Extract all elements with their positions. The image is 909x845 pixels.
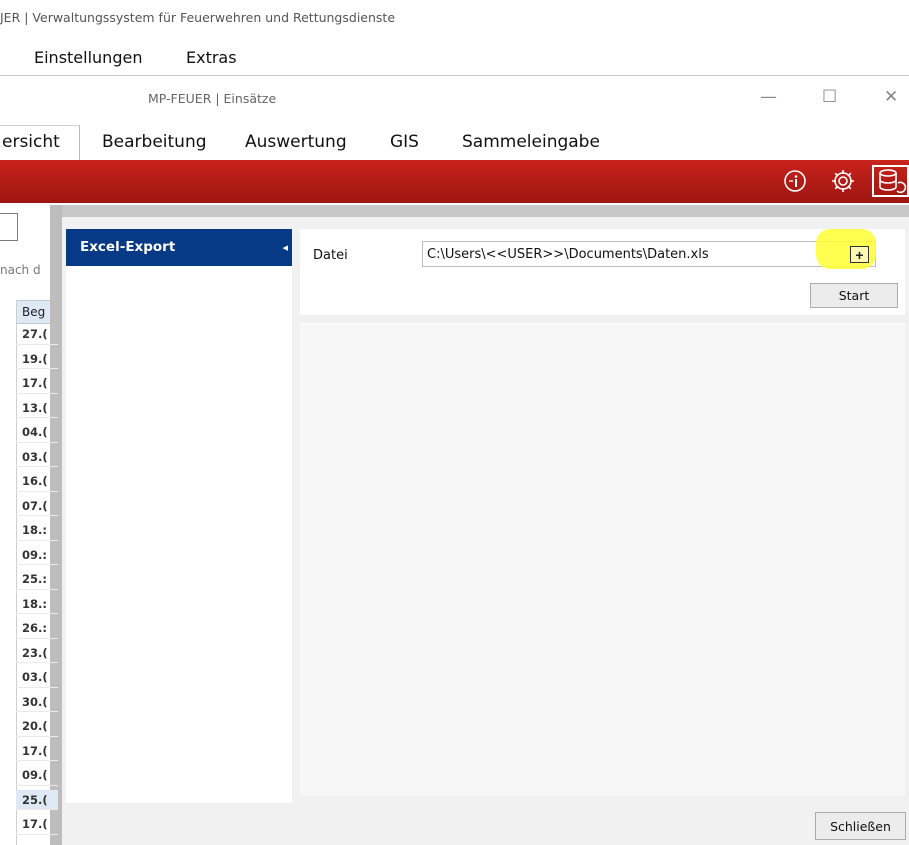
grid-row[interactable]: 09.: [16, 545, 58, 565]
grid-row[interactable]: 18.: [16, 594, 58, 614]
tab-uebersicht[interactable]: ersicht [2, 125, 60, 159]
window-title: MP-FEUER | Einsätze [148, 91, 277, 106]
grid-row[interactable]: 16.( [16, 471, 58, 492]
grid-row[interactable]: 07.( [16, 496, 58, 516]
minimize-icon[interactable]: — [760, 87, 777, 107]
nav-item-excel-export[interactable]: Excel-Export ◂ [66, 229, 292, 266]
menu-extras[interactable]: Extras [186, 48, 237, 67]
settings-gear-icon[interactable] [828, 166, 858, 196]
info-icon[interactable] [780, 166, 810, 196]
grid-row[interactable]: 18.: [16, 520, 58, 541]
collapse-arrow-icon[interactable]: ◂ [282, 229, 288, 266]
tab-auswertung[interactable]: Auswertung [245, 125, 347, 159]
tab-sammeleingabe[interactable]: Sammeleingabe [462, 125, 600, 159]
grid-row[interactable]: 27.( [16, 324, 58, 345]
file-label: Datei [313, 248, 348, 263]
search-input[interactable] [0, 213, 18, 241]
app-title: JER | Verwaltungssystem für Feuerwehren … [0, 10, 396, 25]
grid-row[interactable]: 26.: [16, 618, 58, 639]
database-sync-icon[interactable] [872, 165, 909, 197]
tab-bearbeitung[interactable]: Bearbeitung [102, 125, 207, 159]
search-hint: nach d [0, 263, 41, 277]
maximize-icon[interactable]: ☐ [822, 87, 837, 107]
grid-row[interactable]: 09.( [16, 765, 58, 786]
start-button[interactable]: Start [810, 283, 898, 308]
grid-row[interactable]: 19.( [16, 349, 58, 369]
inner-window-titlebar: MP-FEUER | Einsätze — ☐ ✕ [0, 83, 909, 113]
file-path-input[interactable] [422, 241, 876, 267]
grid-row[interactable]: 13.( [16, 398, 58, 418]
nav-item-label: Excel-Export [80, 239, 176, 255]
ribbon-toolbar [0, 160, 909, 203]
menu-einstellungen[interactable]: Einstellungen [34, 48, 142, 67]
outer-menu-bar: Einstellungen Extras [0, 48, 909, 74]
menu-divider [0, 75, 909, 76]
result-panel [300, 323, 905, 796]
grid-row[interactable]: 17.( [16, 373, 58, 394]
close-dialog-button[interactable]: Schließen [815, 812, 906, 840]
grid-row[interactable]: 04.( [16, 422, 58, 443]
dialog-nav [66, 229, 292, 803]
grid-row[interactable]: 03.( [16, 667, 58, 688]
grid-row[interactable]: 23.( [16, 643, 58, 663]
grid-row[interactable]: 03.( [16, 447, 58, 467]
close-icon[interactable]: ✕ [884, 87, 898, 107]
grid-row[interactable]: 25.: [16, 569, 58, 590]
grid-row[interactable]: 20.( [16, 716, 58, 737]
grid-row[interactable]: 17.( [16, 814, 58, 835]
grid-row[interactable]: 25.( [16, 789, 58, 810]
tab-bar: ersicht Bearbeitung Auswertung GIS Samme… [0, 125, 909, 160]
tab-gis[interactable]: GIS [390, 125, 419, 159]
browse-file-button[interactable]: + [850, 246, 869, 263]
grid-row[interactable]: 17.( [16, 741, 58, 761]
grid-row[interactable]: 30.( [16, 692, 58, 712]
